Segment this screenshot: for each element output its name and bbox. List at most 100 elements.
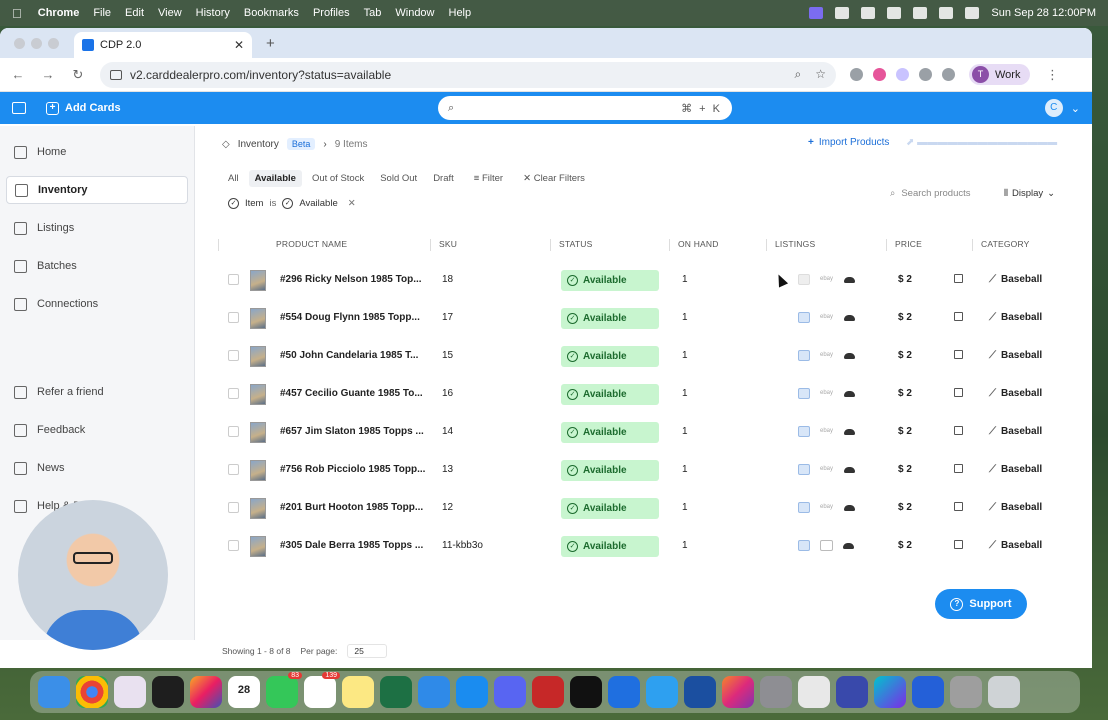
marketplace-icon[interactable]	[798, 388, 810, 399]
category-cell[interactable]: ⟋ Baseball	[989, 388, 1042, 399]
site-settings-icon[interactable]	[110, 69, 122, 80]
table-row[interactable]: #457 Cecilio Guante 1985 To... 16 ✓ Availab…	[218, 375, 1084, 413]
tab-all[interactable]: All	[222, 170, 245, 187]
on-hand-value[interactable]: 1	[682, 312, 688, 323]
ebay-icon[interactable]: ebay	[820, 428, 834, 436]
cloud-icon[interactable]	[887, 7, 902, 19]
display-button[interactable]: ⫴ Display ⌄	[1004, 188, 1055, 199]
sidebar-item-connections[interactable]: Connections	[6, 290, 188, 318]
menu-bookmarks[interactable]: Bookmarks	[244, 7, 299, 19]
status-badge[interactable]: ✓ Available	[561, 308, 659, 329]
menu-help[interactable]: Help	[449, 7, 472, 19]
price-value[interactable]: $ 2	[898, 312, 912, 323]
canva-icon[interactable]	[874, 676, 906, 708]
status-badge[interactable]: ✓ Available	[561, 498, 659, 519]
table-row[interactable]: #201 Burt Hooton 1985 Topp... 12 ✓ Availabl…	[218, 489, 1084, 527]
per-page-select[interactable]: 25	[347, 644, 387, 658]
row-checkbox[interactable]	[228, 502, 239, 513]
clear-filters-button[interactable]: ✕ Clear Filters	[517, 170, 591, 187]
status-icon[interactable]	[861, 7, 876, 19]
product-name[interactable]: #50 John Candelaria 1985 T...	[280, 350, 425, 361]
table-row[interactable]: #554 Doug Flynn 1985 Topp... 17 ✓ Available…	[218, 299, 1084, 337]
channel-icon[interactable]	[844, 314, 855, 321]
marketplace-icon[interactable]	[798, 312, 810, 323]
price-value[interactable]: $ 2	[898, 464, 912, 475]
table-row[interactable]: #296 Ricky Nelson 1985 Top... 18 ✓ Availabl…	[218, 261, 1084, 299]
channel-icon[interactable]	[844, 276, 855, 283]
product-name[interactable]: #657 Jim Slaton 1985 Topps ...	[280, 426, 425, 437]
marketplace-icon[interactable]	[798, 464, 810, 475]
edit-icon[interactable]	[954, 388, 963, 397]
category-cell[interactable]: ⟋ Baseball	[989, 426, 1042, 437]
sidepanel-icon[interactable]	[942, 68, 955, 81]
photos-icon[interactable]	[190, 676, 222, 708]
row-checkbox[interactable]	[228, 274, 239, 285]
tab-available[interactable]: Available	[248, 170, 302, 187]
edit-icon[interactable]	[954, 274, 963, 283]
category-cell[interactable]: ⟋ Baseball	[989, 464, 1042, 475]
product-name[interactable]: #756 Rob Picciolo 1985 Topp...	[280, 464, 425, 475]
price-value[interactable]: $ 2	[898, 502, 912, 513]
menubar-clock[interactable]: Sun Sep 28 12:00PM	[991, 7, 1096, 19]
status-badge[interactable]: ✓ Available	[561, 536, 659, 557]
reminders-icon[interactable]: 139	[304, 672, 340, 708]
row-checkbox[interactable]	[228, 426, 239, 437]
xcode-icon[interactable]	[646, 676, 678, 708]
marketplace-icon[interactable]	[798, 540, 810, 551]
tab-draft[interactable]: Draft	[427, 170, 460, 187]
sidebar-item-home[interactable]: Home	[6, 138, 188, 166]
profile-button[interactable]: T Work	[969, 64, 1031, 85]
channel-icon[interactable]	[843, 542, 854, 549]
card-thumbnail[interactable]	[250, 270, 266, 291]
tab-out-of-stock[interactable]: Out of Stock	[306, 170, 370, 187]
ebay-icon[interactable]: ebay	[820, 314, 834, 322]
col-status[interactable]: STATUS	[559, 239, 592, 249]
ebay-icon[interactable]: ebay	[820, 352, 834, 360]
on-hand-value[interactable]: 1	[682, 388, 688, 399]
instagram-icon[interactable]	[722, 676, 754, 708]
extension-icon[interactable]	[850, 68, 863, 81]
row-checkbox[interactable]	[228, 464, 239, 475]
product-name[interactable]: #457 Cecilio Guante 1985 To...	[280, 388, 425, 399]
menu-chrome[interactable]: Chrome	[38, 7, 80, 19]
url-text[interactable]: v2.carddealerpro.com/inventory?status=av…	[130, 68, 391, 82]
finder-icon[interactable]	[38, 676, 70, 708]
card-thumbnail[interactable]	[250, 460, 266, 481]
ebay-icon[interactable]: ebay	[820, 276, 834, 284]
calendar-icon[interactable]: 28	[228, 676, 260, 708]
user-avatar[interactable]: C	[1044, 99, 1063, 117]
row-checkbox[interactable]	[228, 540, 239, 551]
discord-icon[interactable]	[494, 676, 526, 708]
extension-icon[interactable]	[873, 68, 886, 81]
price-value[interactable]: $ 2	[898, 426, 912, 437]
search-products-input[interactable]: ⌕ Search products	[890, 188, 971, 199]
channel-icon[interactable]	[844, 504, 855, 511]
notes-icon[interactable]	[342, 676, 374, 708]
support-button[interactable]: ? Support	[935, 589, 1027, 619]
on-hand-value[interactable]: 1	[682, 464, 688, 475]
table-row[interactable]: #305 Dale Berra 1985 Topps ... 11-kbb3o ✓ A…	[218, 527, 1084, 565]
ebay-icon[interactable]: ebay	[820, 390, 834, 398]
channel-icon[interactable]	[844, 428, 855, 435]
price-value[interactable]: $ 2	[898, 350, 912, 361]
status-icon[interactable]	[835, 7, 850, 19]
marketplace-icon[interactable]	[798, 502, 810, 513]
sidebar-item-inventory[interactable]: Inventory	[6, 176, 188, 204]
extension-icon[interactable]	[896, 68, 909, 81]
edit-icon[interactable]	[954, 464, 963, 473]
global-search-input[interactable]: ⌕ ⌘ + K	[438, 96, 732, 120]
filter-button[interactable]: ≡ Filter	[468, 170, 509, 187]
sidebar-toggle-icon[interactable]	[12, 102, 26, 114]
channel-icon[interactable]	[844, 352, 855, 359]
price-value[interactable]: $ 2	[898, 540, 912, 551]
edit-icon[interactable]	[954, 426, 963, 435]
category-cell[interactable]: ⟋ Baseball	[989, 274, 1042, 285]
marketplace-icon[interactable]	[798, 274, 810, 285]
on-hand-value[interactable]: 1	[682, 502, 688, 513]
more-menu-icon[interactable]: ⋮	[1044, 67, 1060, 83]
import-products-button[interactable]: + Import Products	[808, 137, 889, 148]
pdf-app-icon[interactable]	[532, 676, 564, 708]
price-value[interactable]: $ 2	[898, 388, 912, 399]
card-thumbnail[interactable]	[250, 422, 266, 443]
extensions-puzzle-icon[interactable]	[919, 68, 932, 81]
